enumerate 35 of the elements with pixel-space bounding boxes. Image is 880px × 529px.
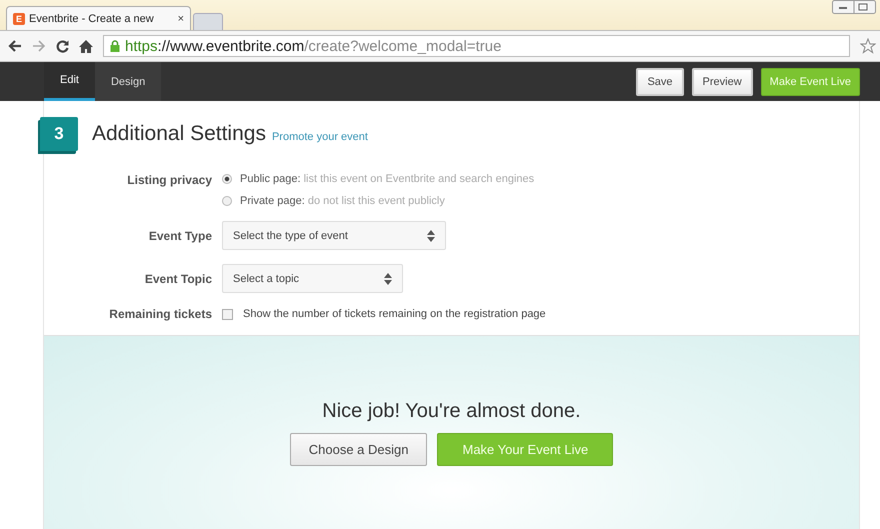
radio-label: Private page: do not list this event publicly <box>240 195 445 207</box>
updown-caret-icon <box>384 272 392 284</box>
checkbox-label: Show the number of tickets remaining on the registration page <box>243 308 546 320</box>
field-label: Event Topic <box>144 272 212 286</box>
event-type-dropdown[interactable]: Select the type of event <box>222 221 446 250</box>
toolbar-button[interactable]: Preview <box>692 68 753 96</box>
home-icon[interactable] <box>79 40 93 52</box>
checkbox[interactable] <box>222 308 233 320</box>
close-tab-button[interactable]: × <box>178 12 184 24</box>
completion-message: Nice job! You're almost done. <box>322 400 581 423</box>
updown-caret-icon <box>427 230 435 242</box>
forward-icon[interactable] <box>32 40 46 52</box>
step-number-badge: 3 <box>40 117 78 151</box>
bookmark-star-icon[interactable] <box>860 38 876 54</box>
back-icon[interactable] <box>8 40 22 52</box>
window-controls-icon <box>832 0 876 14</box>
radio-button[interactable] <box>222 174 232 184</box>
toolbar-button[interactable]: Save <box>636 68 684 96</box>
event-topic-dropdown[interactable]: Select a topic <box>222 264 403 293</box>
field-label: Listing privacy <box>126 173 212 187</box>
field-label: Event Type <box>148 228 212 242</box>
section-title: Additional Settings <box>92 122 266 146</box>
choose-design-button[interactable]: Choose a Design <box>290 433 428 466</box>
site-favicon-icon: E <box>13 12 25 24</box>
new-tab-button[interactable] <box>193 13 223 30</box>
radio-label: Public page: list this event on Eventbrite and search engines <box>240 173 534 185</box>
address-bar[interactable]: https://www.eventbrite.com/create?welcome_modal=true <box>103 35 850 57</box>
radio-button[interactable] <box>222 196 232 206</box>
url-text: https://www.eventbrite.com/create?welcome_modal=true <box>125 38 502 54</box>
field-label: Remaining tickets <box>108 307 212 321</box>
browser-tab[interactable]: E Eventbrite - Create a new × <box>6 6 191 30</box>
reload-icon[interactable] <box>56 40 69 52</box>
editor-tab[interactable]: Design <box>94 62 162 101</box>
lock-icon <box>110 40 120 52</box>
editor-tab[interactable]: Edit <box>44 62 95 101</box>
